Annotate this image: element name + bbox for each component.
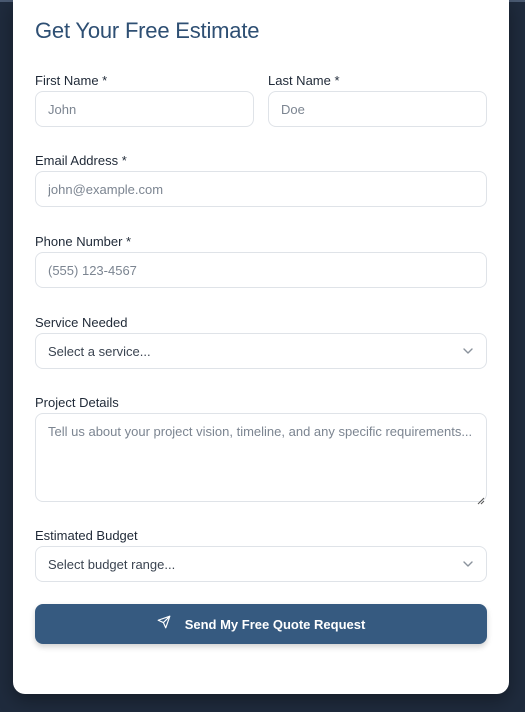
last-name-input[interactable] — [268, 91, 487, 127]
send-icon — [157, 615, 171, 634]
service-select-value: Select a service... — [48, 343, 151, 359]
estimate-form-card: Get Your Free Estimate First Name * Last… — [13, 0, 509, 694]
service-label: Service Needed — [35, 315, 128, 330]
chevron-down-icon — [462, 345, 474, 357]
first-name-input[interactable] — [35, 91, 254, 127]
project-details-textarea[interactable] — [35, 413, 487, 502]
phone-input[interactable] — [35, 252, 487, 288]
budget-select-value: Select budget range... — [48, 556, 176, 572]
email-label: Email Address * — [35, 153, 127, 168]
send-quote-button[interactable]: Send My Free Quote Request — [35, 604, 487, 644]
chevron-down-icon — [462, 558, 474, 570]
budget-select[interactable]: Select budget range... — [35, 546, 487, 582]
send-quote-button-label: Send My Free Quote Request — [184, 616, 366, 632]
email-input[interactable] — [35, 171, 487, 207]
service-select[interactable]: Select a service... — [35, 333, 487, 369]
form-title: Get Your Free Estimate — [35, 18, 260, 43]
project-details-label: Project Details — [35, 395, 119, 410]
first-name-label: First Name * — [35, 73, 108, 88]
resize-handle-icon[interactable] — [477, 492, 485, 505]
last-name-label: Last Name * — [268, 73, 340, 88]
budget-label: Estimated Budget — [35, 528, 138, 543]
phone-label: Phone Number * — [35, 234, 132, 249]
